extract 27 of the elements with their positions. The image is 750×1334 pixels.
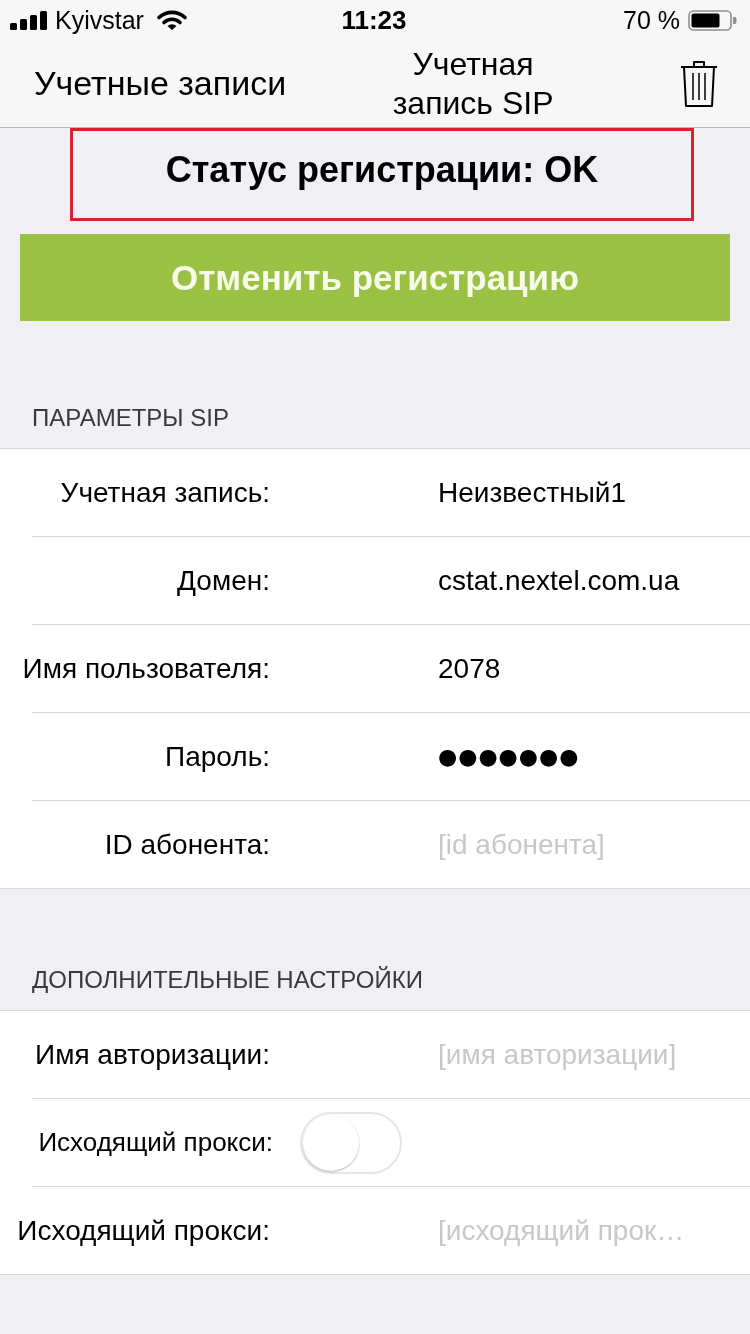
- text-field[interactable]: [исходящий прок…: [438, 1210, 730, 1251]
- field-label: Домен:: [177, 564, 270, 596]
- section-header: ПАРАМЕТРЫ SIP: [32, 404, 229, 431]
- section-header: ДОПОЛНИТЕЛЬНЫЕ НАСТРОЙКИ: [32, 966, 423, 993]
- signal-bars-icon: [10, 10, 48, 30]
- battery-icon: [688, 9, 738, 31]
- text-field[interactable]: 2078: [438, 648, 730, 689]
- back-button[interactable]: Учетные записи: [34, 64, 287, 103]
- battery-percent: 70 %: [623, 5, 680, 35]
- nav-title: Учетная запись SIP: [391, 44, 555, 123]
- field-label: Исходящий прокси:: [38, 1127, 273, 1157]
- carrier-name: Kyivstar: [55, 5, 144, 35]
- field-label: Учетная запись:: [60, 476, 270, 508]
- clock-time: 11:23: [341, 4, 407, 36]
- text-field[interactable]: [id абонента]: [438, 824, 730, 865]
- text-field[interactable]: [имя авторизации]: [438, 1034, 730, 1075]
- password-field[interactable]: ●●●●●●●: [438, 736, 730, 777]
- field-label: Исходящий прокси:: [17, 1214, 270, 1246]
- wifi-icon: [156, 9, 187, 31]
- field-label: Имя авторизации:: [35, 1038, 270, 1070]
- registration-status: Статус регистрации: OK: [165, 149, 599, 190]
- text-field[interactable]: cstat.nextel.com.ua: [438, 560, 730, 601]
- text-field[interactable]: Неизвестный1: [438, 472, 730, 513]
- field-label: Имя пользователя:: [22, 652, 270, 684]
- field-label: ID абонента:: [104, 828, 270, 860]
- trash-icon[interactable]: [680, 59, 718, 108]
- field-label: Пароль:: [165, 740, 270, 772]
